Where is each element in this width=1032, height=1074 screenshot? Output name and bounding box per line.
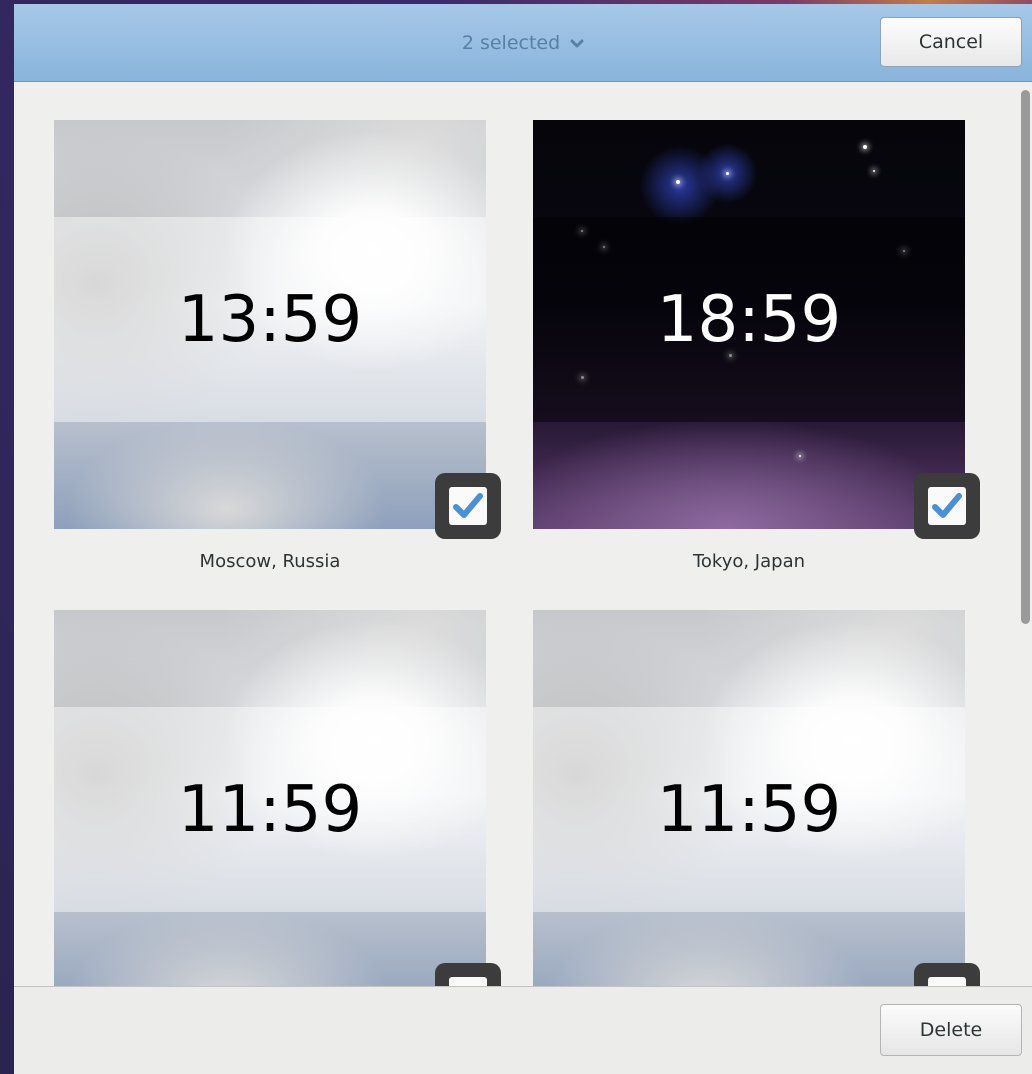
checkmark-icon — [453, 493, 483, 518]
clocks-window: 2 selected Cancel 13:59 Moscow, Russia 1… — [14, 4, 1032, 1074]
checkbox-box — [449, 977, 487, 986]
clock-tile[interactable]: 11:59 — [533, 610, 965, 986]
selection-count-label: 2 selected — [461, 31, 561, 54]
delete-button[interactable]: Delete — [880, 1004, 1022, 1056]
selection-checkbox[interactable] — [914, 963, 980, 986]
star — [726, 172, 729, 175]
header-bar: 2 selected Cancel — [14, 4, 1032, 82]
chevron-down-icon — [570, 32, 584, 54]
scrollbar-thumb[interactable] — [1021, 90, 1030, 624]
star — [873, 170, 875, 172]
clock-city-label: Tokyo, Japan — [692, 551, 806, 572]
clock-time: 11:59 — [656, 772, 842, 847]
checkbox-box — [449, 487, 487, 525]
selection-checkbox[interactable] — [435, 473, 501, 539]
action-bar: Delete — [14, 986, 1032, 1074]
clock-tile[interactable]: 11:59 — [54, 610, 486, 986]
clock-grid: 13:59 Moscow, Russia 18:59 Tokyo, Japan … — [14, 82, 1032, 986]
clock-time: 18:59 — [656, 282, 842, 357]
selection-checkbox[interactable] — [435, 963, 501, 986]
checkmark-icon — [932, 493, 962, 518]
selection-checkbox[interactable] — [914, 473, 980, 539]
star — [799, 455, 801, 457]
checkbox-box — [928, 977, 966, 986]
clock-time: 13:59 — [177, 282, 363, 357]
clock-tile-tokyo[interactable]: 18:59 — [533, 120, 965, 529]
clock-city-label: Moscow, Russia — [199, 551, 341, 572]
cancel-button[interactable]: Cancel — [880, 17, 1022, 67]
clock-tile-moscow[interactable]: 13:59 — [54, 120, 486, 529]
star — [863, 145, 867, 149]
star — [676, 180, 680, 184]
clock-time: 11:59 — [177, 772, 363, 847]
checkbox-box — [928, 487, 966, 525]
